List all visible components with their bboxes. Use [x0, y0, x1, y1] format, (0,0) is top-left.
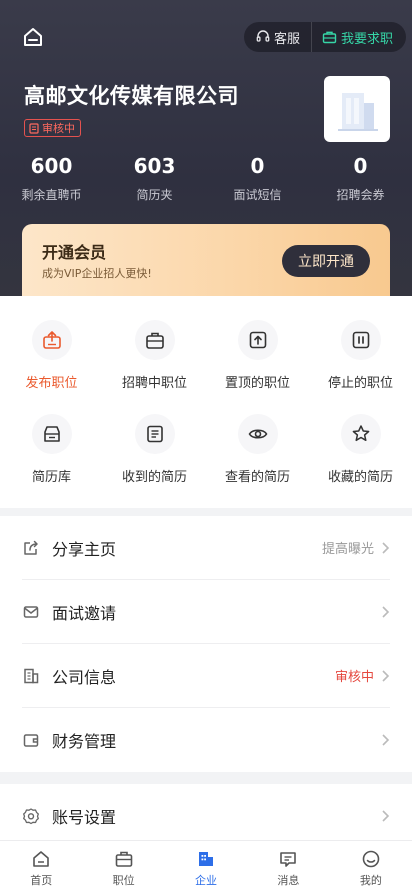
list-title: 账号设置: [52, 808, 117, 827]
stat-job-fair-vouchers[interactable]: 0 招聘会券: [309, 154, 412, 203]
chevron-right-icon: [382, 605, 390, 618]
list-item-finance[interactable]: 财务管理: [22, 708, 390, 772]
grid-label: 简历库: [31, 470, 71, 485]
document-icon: [29, 122, 39, 134]
stat-resume-folder[interactable]: 603 简历夹: [103, 154, 206, 203]
chevron-right-icon: [382, 734, 390, 746]
stat-label: 剩余直聘币: [21, 188, 82, 202]
company-name: 高邮文化传媒有限公司: [24, 84, 239, 108]
grid-label: 置顶的职位: [224, 376, 290, 391]
settings-list: 账号设置: [0, 784, 412, 840]
list-title: 分享主页: [52, 539, 117, 559]
briefcase-icon: [134, 320, 175, 360]
grid-label: 查看的简历: [224, 470, 290, 485]
building-icon: [22, 667, 40, 685]
grid-label: 发布职位: [25, 376, 78, 391]
tab-profile[interactable]: 我的: [330, 841, 412, 894]
stat-value: 0: [353, 154, 368, 178]
tab-label: 职位: [112, 874, 135, 887]
grid-item-pinned-jobs[interactable]: 置顶的职位: [206, 320, 309, 391]
list-title: 财务管理: [52, 732, 117, 751]
feature-grid-row: 简历库 收到的简历 查看的简历 收藏的简历: [0, 414, 412, 485]
vip-subtitle: 成为VIP企业招人更快!: [42, 267, 152, 280]
list-item-account-settings[interactable]: 账号设置: [22, 784, 390, 848]
vip-open-button[interactable]: 立即开通: [282, 245, 370, 277]
stat-value: 0: [250, 154, 265, 178]
vip-banner[interactable]: 开通会员 成为VIP企业招人更快! 立即开通: [22, 224, 390, 300]
list-item-share-homepage[interactable]: 分享主页 提高曝光: [22, 516, 390, 580]
bottom-tab-bar: 首页 职位 企业 消息 我的: [0, 840, 412, 894]
company-logo[interactable]: [324, 76, 390, 142]
stat-coins[interactable]: 600 剩余直聘币: [0, 154, 103, 203]
menu-list: 分享主页 提高曝光 面试邀请 公司信息 审核中 财务管理: [0, 516, 412, 772]
tab-label: 消息: [277, 874, 300, 887]
job-seeking-label: 我要求职: [341, 31, 394, 47]
tab-label: 首页: [30, 874, 53, 887]
share-icon: [22, 539, 40, 557]
company-header: 客服 我要求职 高邮文化传媒有限公司 审核中 600 剩余直聘币 603 简历夹…: [0, 0, 412, 300]
review-status-label: 审核中: [42, 122, 75, 135]
pin-top-icon: [237, 320, 278, 360]
message-icon: [280, 852, 297, 867]
profile-icon: [362, 850, 380, 868]
vip-title: 开通会员: [42, 243, 107, 262]
tab-label: 企业: [195, 874, 218, 887]
eye-icon: [237, 414, 278, 454]
feature-grid: 发布职位 招聘中职位 置顶的职位 停止的职位 简历库 收到的简历 查看的简历 收…: [0, 296, 412, 508]
list-title: 面试邀请: [52, 603, 117, 623]
grid-item-active-jobs[interactable]: 招聘中职位: [103, 320, 206, 391]
job-seeking-button[interactable]: 我要求职: [312, 22, 393, 52]
customer-service-button[interactable]: 客服: [244, 22, 312, 52]
resume-box-icon: [31, 414, 72, 454]
tab-jobs[interactable]: 职位: [82, 841, 164, 894]
pause-icon: [340, 320, 381, 360]
wallet-icon: [22, 731, 40, 749]
chevron-right-icon: [382, 541, 390, 554]
stat-interview-sms[interactable]: 0 面试短信: [206, 154, 309, 203]
list-item-interview-invite[interactable]: 面试邀请: [22, 580, 390, 644]
grid-item-saved-resumes[interactable]: 收藏的简历: [309, 414, 412, 485]
chevron-right-icon: [382, 810, 390, 822]
publish-job-icon: [31, 320, 72, 360]
stat-value: 600: [30, 154, 73, 178]
headset-icon: [256, 30, 270, 42]
top-actions: 客服 我要求职: [244, 22, 406, 52]
chevron-right-icon: [382, 669, 390, 682]
building-placeholder-icon: [338, 93, 378, 131]
stat-label: 招聘会券: [336, 188, 385, 202]
list-extra: 提高曝光: [321, 542, 374, 557]
grid-item-publish-job[interactable]: 发布职位: [0, 320, 103, 391]
stat-label: 面试短信: [233, 188, 282, 202]
grid-item-viewed-resumes[interactable]: 查看的简历: [206, 414, 309, 485]
stat-label: 简历夹: [136, 188, 173, 202]
grid-item-resume-library[interactable]: 简历库: [0, 414, 103, 485]
company-review-status: 审核中: [334, 670, 374, 685]
review-status-badge: 审核中: [24, 119, 81, 137]
tab-label: 我的: [359, 874, 382, 887]
list-title: 公司信息: [52, 667, 117, 687]
star-icon: [340, 414, 381, 454]
grid-item-stopped-jobs[interactable]: 停止的职位: [309, 320, 412, 391]
grid-item-received-resumes[interactable]: 收到的简历: [103, 414, 206, 485]
home-icon[interactable]: [22, 26, 44, 48]
grid-label: 收到的简历: [121, 470, 187, 485]
tab-messages[interactable]: 消息: [247, 841, 329, 894]
grid-label: 招聘中职位: [121, 376, 187, 391]
tab-home[interactable]: 首页: [0, 841, 82, 894]
gear-icon: [22, 807, 40, 825]
stat-value: 603: [133, 154, 176, 178]
grid-label: 收藏的简历: [327, 470, 393, 485]
list-item-company-info[interactable]: 公司信息 审核中: [22, 644, 390, 708]
feature-grid-row: 发布职位 招聘中职位 置顶的职位 停止的职位: [0, 320, 412, 391]
mail-icon: [22, 603, 40, 621]
briefcase-icon: [322, 31, 337, 44]
stats-row: 600 剩余直聘币 603 简历夹 0 面试短信 0 招聘会券: [0, 154, 412, 203]
resume-received-icon: [134, 414, 175, 454]
customer-service-label: 客服: [274, 31, 301, 47]
home-icon: [33, 851, 50, 867]
grid-label: 停止的职位: [327, 376, 393, 391]
tab-company[interactable]: 企业: [165, 841, 247, 894]
company-icon: [199, 852, 214, 866]
briefcase-icon: [115, 851, 132, 867]
